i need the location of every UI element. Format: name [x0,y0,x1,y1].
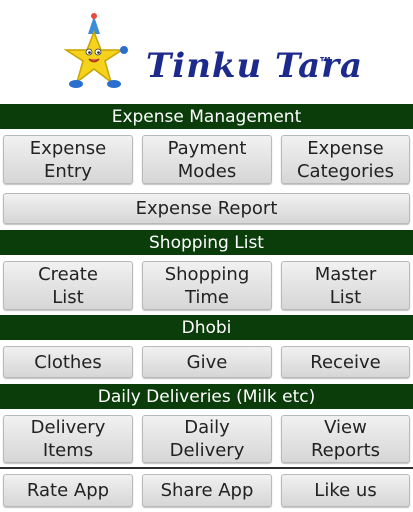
rate-app-button[interactable]: Rate App [3,474,133,507]
app-logo: Tinku Tara ™ [0,0,413,100]
footer-divider [0,467,413,469]
section-header-deliveries: Daily Deliveries (Milk etc) [0,383,413,409]
section-header-expense: Expense Management [0,103,413,129]
daily-delivery-button[interactable]: Daily Delivery [142,415,272,463]
shopping-time-button[interactable]: Shopping Time [142,261,272,310]
like-us-button[interactable]: Like us [281,474,410,507]
expense-entry-button[interactable]: Expense Entry [3,135,133,184]
clothes-button[interactable]: Clothes [3,346,133,378]
create-list-button[interactable]: Create List [3,261,133,310]
give-button[interactable]: Give [142,346,272,378]
payment-modes-button[interactable]: Payment Modes [142,135,272,184]
expense-report-button[interactable]: Expense Report [3,193,410,224]
view-reports-button[interactable]: View Reports [281,415,410,463]
receive-button[interactable]: Receive [281,346,410,378]
delivery-items-button[interactable]: Delivery Items [3,415,133,463]
section-header-dhobi: Dhobi [0,314,413,340]
section-header-shopping: Shopping List [0,229,413,255]
expense-categories-button[interactable]: Expense Categories [281,135,410,184]
trademark-symbol: ™ [318,54,333,72]
star-mascot-icon [64,13,128,88]
share-app-button[interactable]: Share App [142,474,272,507]
master-list-button[interactable]: Master List [281,261,410,310]
